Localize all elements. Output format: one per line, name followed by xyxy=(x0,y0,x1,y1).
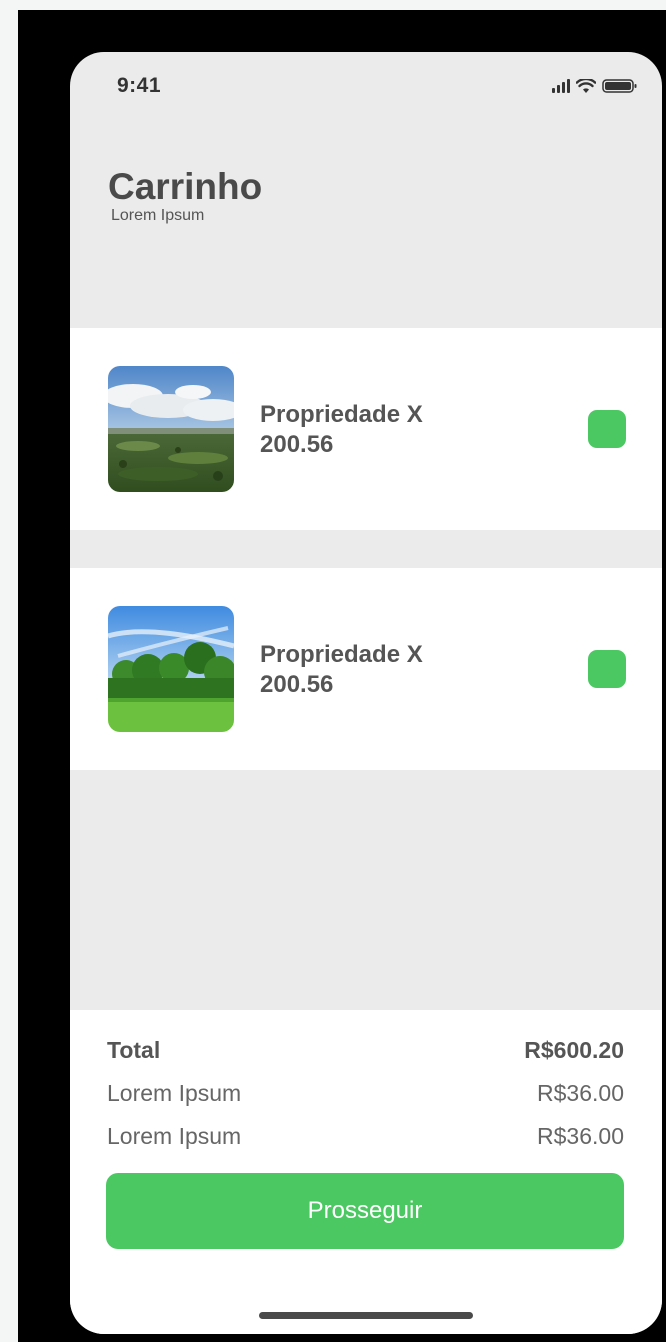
landscape-trees-photo xyxy=(108,606,234,732)
item-checkbox[interactable] xyxy=(588,410,626,448)
cart-item[interactable]: Propriedade X 200.56 xyxy=(70,328,662,530)
item-name: Propriedade X xyxy=(260,641,423,668)
device-frame: 9:41 Carrinho Lorem Ipsum Propriedade X … xyxy=(18,10,666,1342)
page-subtitle: Lorem Ipsum xyxy=(111,207,205,224)
battery-icon xyxy=(602,78,638,94)
landscape-hills-photo xyxy=(108,366,234,492)
wifi-icon xyxy=(576,78,596,94)
fee-value: R$36.00 xyxy=(537,1123,624,1149)
item-price: 200.56 xyxy=(260,431,334,458)
phone-screen: 9:41 Carrinho Lorem Ipsum Propriedade X … xyxy=(70,52,662,1334)
status-bar: 9:41 xyxy=(70,52,662,122)
fee-row: Lorem Ipsum R$36.00 xyxy=(107,1080,624,1107)
item-info: Propriedade X 200.56 xyxy=(260,640,423,700)
page-header: Carrinho Lorem Ipsum xyxy=(108,168,262,225)
item-checkbox[interactable] xyxy=(588,650,626,688)
order-summary: Total R$600.20 Lorem Ipsum R$36.00 Lorem… xyxy=(70,1010,662,1334)
status-icons xyxy=(552,78,638,94)
item-name: Propriedade X xyxy=(260,401,423,428)
cart-item[interactable]: Propriedade X 200.56 xyxy=(70,568,662,770)
total-value: R$600.20 xyxy=(524,1037,624,1063)
fee-row: Lorem Ipsum R$36.00 xyxy=(107,1123,624,1150)
fee-value: R$36.00 xyxy=(537,1080,624,1106)
status-time: 9:41 xyxy=(117,74,162,97)
total-label: Total xyxy=(107,1037,161,1063)
item-info: Propriedade X 200.56 xyxy=(260,400,423,460)
proceed-button[interactable]: Prosseguir xyxy=(106,1173,624,1249)
item-price: 200.56 xyxy=(260,671,334,698)
total-row: Total R$600.20 xyxy=(107,1037,624,1064)
fee-label: Lorem Ipsum xyxy=(107,1123,242,1149)
home-indicator[interactable] xyxy=(259,1312,473,1319)
signal-icon xyxy=(552,79,570,93)
fee-label: Lorem Ipsum xyxy=(107,1080,242,1106)
page-title: Carrinho xyxy=(108,166,263,207)
